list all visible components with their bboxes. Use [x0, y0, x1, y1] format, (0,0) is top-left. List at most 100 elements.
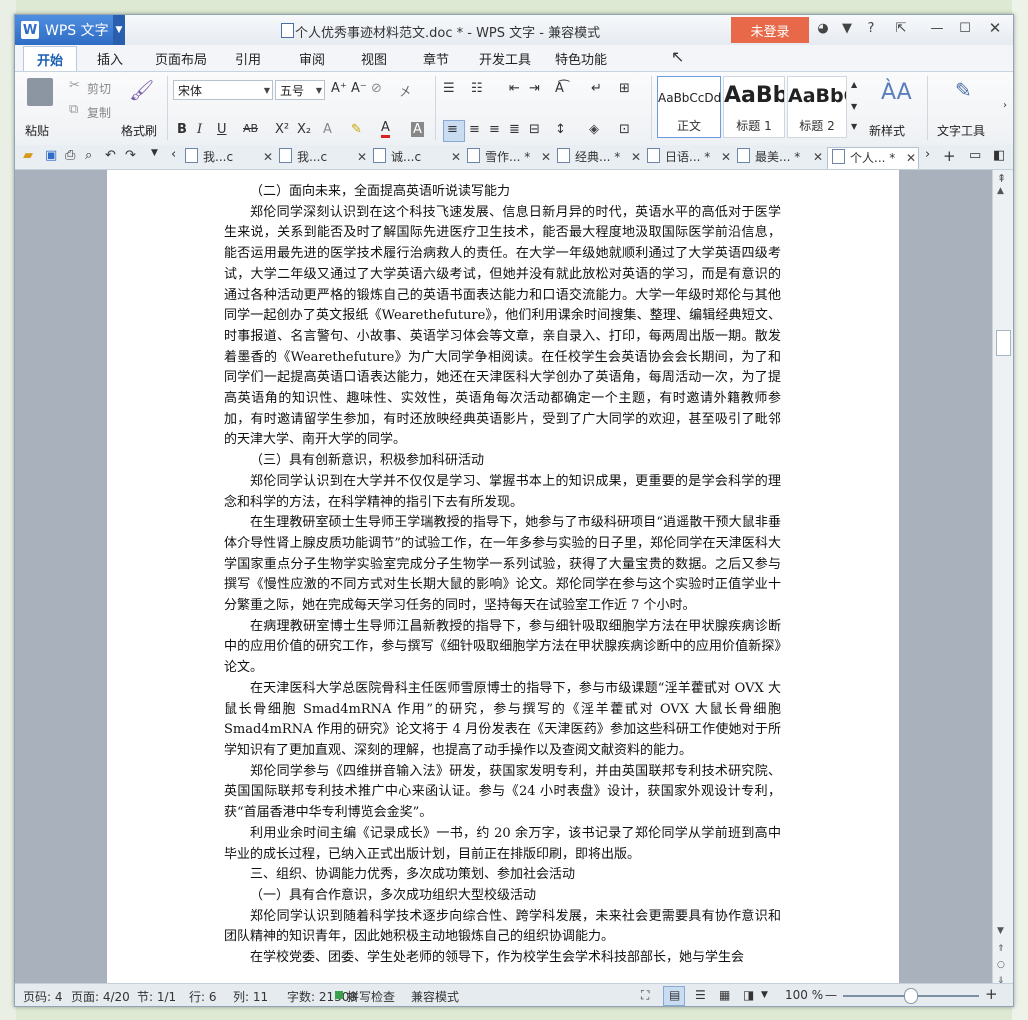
collapse-ribbon-icon[interactable]: ⇱	[891, 21, 911, 36]
document-page[interactable]: （二）面向未来，全面提高英语听说读写能力 郑伦同学深刻认识到在这个科技飞速发展、…	[107, 170, 899, 983]
skin-icon[interactable]: ◕	[813, 21, 833, 36]
align-right-icon[interactable]: ≡	[489, 122, 500, 137]
bullet-list-icon[interactable]: ☰	[443, 81, 455, 96]
zoom-level[interactable]: 100 %	[785, 988, 823, 1002]
increase-indent-icon[interactable]: ⇥	[529, 81, 540, 96]
zoom-in-icon[interactable]: +	[985, 985, 998, 1003]
align-center-icon[interactable]: ≡	[469, 122, 480, 137]
font-size-select[interactable]: 五号 ▼	[275, 80, 325, 100]
zoom-slider-handle[interactable]	[904, 988, 918, 1004]
reading-view-icon[interactable]: ◨	[743, 988, 754, 1002]
borders-icon[interactable]: ⊡	[619, 122, 630, 137]
spellcheck-toggle[interactable]: 拼写检查	[347, 988, 395, 1005]
close-button[interactable]: ✕	[985, 19, 1005, 37]
app-menu-button[interactable]: W WPS 文字 ▼	[15, 15, 125, 45]
underline-icon[interactable]: U	[217, 122, 227, 137]
close-icon[interactable]: ✕	[813, 147, 823, 168]
login-button[interactable]: 未登录	[731, 17, 809, 43]
bold-icon[interactable]: B	[177, 122, 187, 137]
line-spacing-icon[interactable]: ↕	[555, 122, 566, 137]
chinese-layout-icon[interactable]: A͡	[555, 81, 564, 96]
tab-view[interactable]: 视图	[361, 49, 387, 68]
tab-special[interactable]: 特色功能	[555, 49, 607, 68]
char-shading-icon[interactable]: A	[411, 122, 424, 137]
italic-icon[interactable]: I	[197, 122, 202, 137]
tab-chapter[interactable]: 章节	[423, 49, 449, 68]
doc-tab-active[interactable]: 个人... * ✕	[827, 147, 919, 169]
scrollbar-thumb[interactable]	[996, 330, 1011, 356]
close-icon[interactable]: ✕	[541, 147, 551, 168]
doc-tab[interactable]: 诚...c ✕	[373, 147, 463, 168]
help-button[interactable]: ?	[861, 21, 881, 36]
paste-icon[interactable]	[27, 78, 53, 106]
zoom-out-icon[interactable]: —	[825, 988, 837, 1002]
distribute-icon[interactable]: ⊟	[529, 122, 540, 137]
doc-tab[interactable]: 日语... * ✕	[647, 147, 733, 168]
quick-access-dropdown-icon[interactable]: ▼	[151, 148, 158, 158]
copy-button[interactable]: 复制	[87, 104, 111, 121]
tab-list-icon[interactable]: ▭	[969, 148, 981, 163]
shading-icon[interactable]: ◈	[589, 122, 599, 137]
shrink-font-icon[interactable]: A⁻	[351, 81, 367, 96]
scroll-down-icon[interactable]: ▼	[997, 926, 1004, 936]
shirt-icon[interactable]: ▼	[837, 21, 857, 36]
view-dropdown-icon[interactable]: ▼	[761, 990, 768, 1000]
text-effect-icon[interactable]: A	[323, 122, 332, 137]
format-painter-icon[interactable]: 🖌	[129, 78, 154, 102]
style-more-icon[interactable]: ▼	[851, 122, 857, 131]
close-icon[interactable]: ✕	[263, 147, 273, 168]
tab-review[interactable]: 审阅	[299, 49, 325, 68]
grow-font-icon[interactable]: A⁺	[331, 81, 347, 96]
split-icon[interactable]: ⇞	[997, 172, 1006, 185]
style-scroll-up-icon[interactable]: ▲	[851, 80, 857, 89]
close-icon[interactable]: ✕	[721, 147, 731, 168]
doc-tab[interactable]: 雪作... * ✕	[467, 147, 553, 168]
cut-button[interactable]: 剪切	[87, 80, 111, 97]
new-style-icon[interactable]: ÀA	[881, 80, 912, 105]
doc-tab[interactable]: 经典... * ✕	[557, 147, 643, 168]
close-icon[interactable]: ✕	[906, 148, 916, 169]
web-view-icon[interactable]: ▦	[719, 988, 730, 1002]
style-normal[interactable]: AaBbCcDd 正文	[657, 76, 721, 138]
justify-icon[interactable]: ≣	[509, 122, 520, 137]
tab-start[interactable]: 开始	[23, 46, 77, 72]
style-scroll-down-icon[interactable]: ▼	[851, 102, 857, 111]
new-style-button[interactable]: 新样式	[869, 122, 905, 139]
prev-page-icon[interactable]: ⇑	[997, 944, 1005, 954]
tabs-scroll-left-icon[interactable]: ‹	[171, 147, 176, 162]
outline-view-icon[interactable]: ☰	[695, 988, 706, 1002]
font-name-select[interactable]: 宋体 ▼	[173, 80, 273, 100]
browse-object-icon[interactable]: ○	[997, 960, 1005, 970]
close-icon[interactable]: ✕	[451, 147, 461, 168]
save-icon[interactable]: ▣	[45, 148, 57, 163]
copy-icon[interactable]: ⧉	[69, 102, 78, 117]
tab-menu-icon[interactable]: ◧	[993, 148, 1005, 163]
tab-developer[interactable]: 开发工具	[479, 49, 531, 68]
tab-insert[interactable]: 插入	[97, 49, 123, 68]
font-color-icon[interactable]: A	[381, 120, 390, 138]
decrease-indent-icon[interactable]: ⇤	[509, 81, 520, 96]
maximize-button[interactable]: ☐	[955, 21, 975, 36]
table-border-icon[interactable]: ⊞	[619, 81, 630, 96]
show-marks-icon[interactable]: ↵	[591, 81, 602, 96]
superscript-icon[interactable]: X²	[275, 122, 289, 137]
ribbon-scroll-right-icon[interactable]: ›	[1003, 100, 1007, 111]
minimize-button[interactable]: —	[927, 21, 947, 36]
doc-tab[interactable]: 我...c ✕	[279, 147, 369, 168]
close-icon[interactable]: ✕	[357, 147, 367, 168]
tab-page-layout[interactable]: 页面布局	[155, 49, 207, 68]
numbered-list-icon[interactable]: ☷	[471, 81, 483, 96]
clear-format-icon[interactable]: ⊘	[371, 81, 382, 96]
tabs-scroll-right-icon[interactable]: ›	[925, 147, 930, 162]
style-heading-1[interactable]: AaBb 标题 1	[723, 76, 785, 138]
scroll-up-icon[interactable]: ▲	[997, 186, 1004, 196]
style-heading-2[interactable]: AaBbC 标题 2	[787, 76, 847, 138]
subscript-icon[interactable]: X₂	[297, 122, 311, 137]
text-tools-button[interactable]: 文字工具	[937, 122, 985, 139]
format-painter-button[interactable]: 格式刷	[121, 122, 157, 139]
phonetic-icon[interactable]: 㐅	[399, 81, 412, 100]
print-icon[interactable]: ⎙	[65, 148, 75, 163]
tab-references[interactable]: 引用	[235, 49, 261, 68]
doc-tab[interactable]: 我...c ✕	[185, 147, 275, 168]
vertical-scrollbar[interactable]: ⇞ ▲ ▼ ⇑ ○ ⇓	[992, 170, 1013, 986]
